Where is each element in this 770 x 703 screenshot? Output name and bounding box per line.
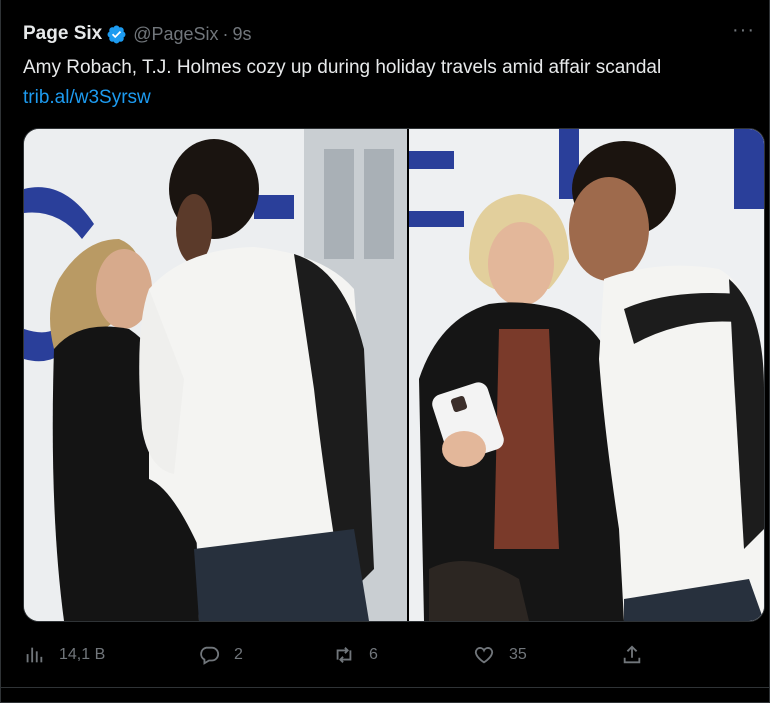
action-bar: 14,1 B 2 6 35 <box>23 640 743 670</box>
more-icon[interactable]: ··· <box>732 20 755 40</box>
like-button[interactable]: 35 <box>473 640 527 670</box>
tweet-media[interactable] <box>23 128 765 622</box>
like-count: 35 <box>509 646 527 663</box>
separator: · <box>222 23 229 44</box>
like-icon <box>474 647 494 664</box>
photo-right[interactable] <box>409 129 764 621</box>
photo-left-illustration <box>24 129 407 621</box>
reply-count: 2 <box>234 646 243 663</box>
views-icon <box>26 647 43 663</box>
share-icon <box>623 645 641 664</box>
tweet-card[interactable]: Page Six @PageSix · 9s ··· Amy Robach, T… <box>0 0 770 703</box>
reply-icon <box>200 646 220 665</box>
reply-button[interactable]: 2 <box>198 640 243 670</box>
tweet-link[interactable]: trib.al/w3Syrsw <box>23 87 151 109</box>
bottom-divider <box>1 687 769 688</box>
photo-right-illustration <box>409 129 764 621</box>
author-handle[interactable]: @PageSix <box>133 24 218 45</box>
photo-left[interactable] <box>24 129 407 621</box>
share-button[interactable] <box>621 640 643 670</box>
views-button[interactable]: 14,1 B <box>23 640 105 670</box>
tweet-header: Page Six @PageSix · 9s <box>23 22 252 46</box>
author-name[interactable]: Page Six <box>23 23 102 45</box>
retweet-button[interactable]: 6 <box>333 640 378 670</box>
retweet-count: 6 <box>369 646 378 663</box>
retweet-icon <box>336 647 352 663</box>
views-count: 14,1 B <box>59 646 106 663</box>
tweet-time[interactable]: 9s <box>233 24 252 45</box>
verified-badge-icon <box>106 24 127 45</box>
tweet-text: Amy Robach, T.J. Holmes cozy up during h… <box>23 57 662 78</box>
